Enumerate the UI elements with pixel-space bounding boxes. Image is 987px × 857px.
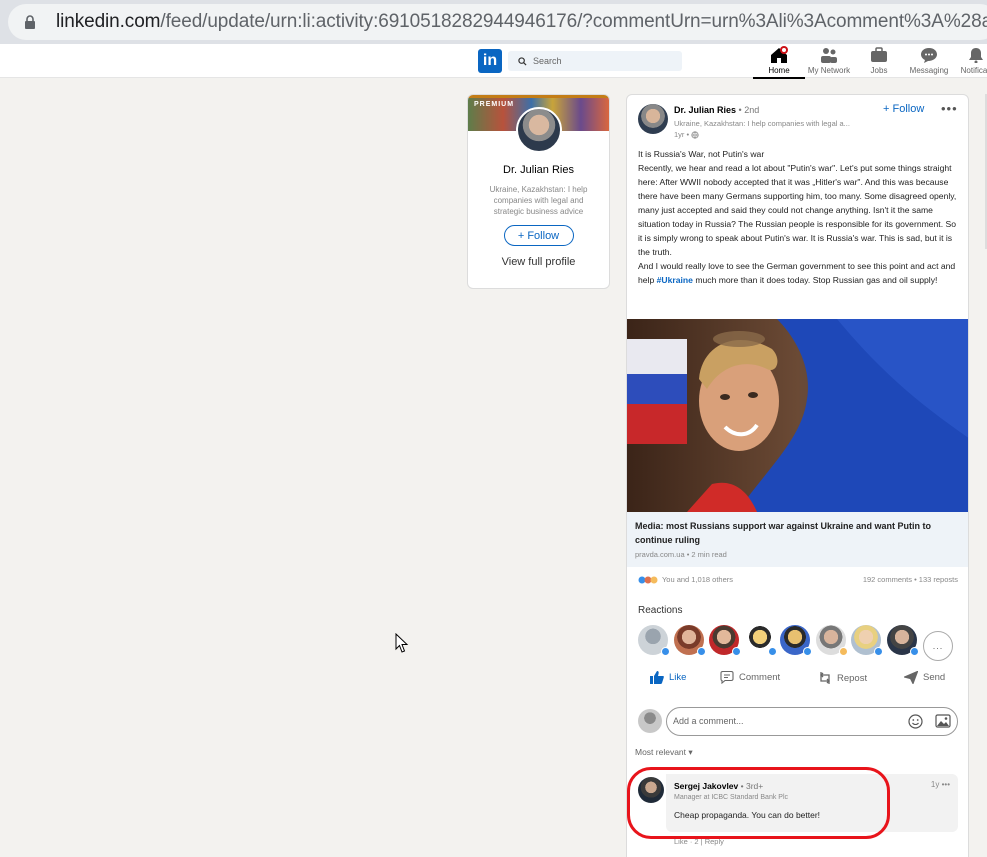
add-comment-placeholder: Add a comment... — [673, 716, 744, 726]
post-more-options-icon[interactable]: ••• — [941, 101, 958, 116]
send-icon — [904, 671, 918, 684]
nav-jobs[interactable]: Jobs — [854, 46, 904, 75]
view-full-profile-link[interactable]: View full profile — [468, 256, 609, 268]
browser-toolbar: linkedin.com/feed/update/urn:li:activity… — [0, 0, 987, 44]
image-icon[interactable] — [935, 714, 951, 728]
post-author-name[interactable]: Dr. Julian Ries • 2nd — [674, 105, 759, 115]
post-timestamp: 1yr • — [674, 130, 699, 139]
feed-post: Dr. Julian Ries • 2nd Ukraine, Kazakhsta… — [626, 94, 969, 857]
home-icon — [769, 46, 789, 64]
nav-my-network-label: My Network — [807, 66, 851, 75]
reactor-avatar[interactable] — [887, 625, 919, 656]
comment-icon — [720, 671, 734, 684]
like-badge-icon — [910, 647, 919, 656]
post-text-paragraph: And I would really love to see the Germa… — [638, 261, 956, 285]
commenter-degree: • 3rd+ — [740, 781, 764, 791]
post-text: It is Russia's War, not Putin's war Rece… — [638, 147, 962, 287]
briefcase-icon — [870, 46, 888, 64]
link-preview-image[interactable] — [627, 319, 968, 512]
profile-follow-button[interactable]: + Follow — [503, 225, 574, 246]
link-source: pravda.com.ua • 2 min read — [635, 550, 727, 559]
add-comment-input[interactable]: Add a comment... — [666, 707, 958, 736]
reactor-avatar[interactable] — [816, 625, 848, 656]
search-input[interactable]: Search — [508, 51, 682, 71]
reactor-avatar[interactable] — [851, 625, 883, 656]
comments-reposts-count[interactable]: 192 comments • 133 reposts — [863, 575, 958, 584]
profile-description: Ukraine, Kazakhstan: I help companies wi… — [489, 185, 588, 216]
nav-notifications[interactable]: Notificati — [951, 46, 987, 75]
like-badge-icon — [697, 647, 706, 656]
sort-comments-dropdown[interactable]: Most relevant ▾ — [635, 747, 693, 758]
linkedin-logo[interactable]: in — [478, 49, 502, 73]
repost-button[interactable]: Repost — [818, 671, 867, 685]
like-badge-icon — [803, 647, 812, 656]
nav-messaging[interactable]: Messaging — [904, 46, 954, 75]
nav-notifications-label: Notificati — [960, 66, 987, 75]
nav-jobs-label: Jobs — [870, 66, 888, 75]
nav-home-label: Home — [768, 66, 790, 75]
search-placeholder: Search — [533, 56, 562, 66]
address-bar[interactable]: linkedin.com/feed/update/urn:li:activity… — [8, 4, 987, 40]
hashtag-link[interactable]: #Ukraine — [657, 275, 693, 285]
post-text-paragraph: Recently, we hear and read a lot about "… — [638, 163, 957, 257]
post-follow-button[interactable]: + Follow — [883, 103, 924, 115]
profile-avatar[interactable] — [516, 107, 562, 153]
reactor-avatar[interactable] — [674, 625, 706, 656]
globe-icon — [691, 131, 699, 139]
premium-badge: PREMIUM — [474, 101, 515, 108]
commenter-name[interactable]: Sergej Jakovlev • 3rd+ — [674, 781, 950, 791]
like-badge-icon — [874, 647, 883, 656]
comment-meta-options[interactable]: 1y ••• — [931, 780, 950, 789]
comment-item: Sergej Jakovlev • 3rd+ Manager at ICBC S… — [666, 774, 958, 832]
current-user-avatar[interactable] — [638, 709, 662, 733]
commenter-avatar[interactable] — [638, 777, 664, 803]
commenter-headline: Manager at ICBC Standard Bank Plc — [674, 794, 789, 801]
mouse-cursor-icon — [395, 633, 409, 653]
top-nav: in Search Home My Network Jobs Messaging… — [0, 44, 987, 79]
profile-name[interactable]: Dr. Julian Ries — [468, 164, 609, 176]
like-badge-icon — [661, 647, 670, 656]
link-preview[interactable]: Media: most Russians support war against… — [627, 512, 968, 567]
link-title[interactable]: Media: most Russians support war against… — [635, 519, 962, 547]
author-profile-card: PREMIUM Dr. Julian Ries Ukraine, Kazakhs… — [467, 94, 610, 289]
reactor-avatar[interactable] — [638, 625, 670, 656]
comment-actions[interactable]: Like · 2 | Reply — [674, 837, 724, 846]
reactor-avatar[interactable] — [745, 625, 777, 656]
nav-my-network[interactable]: My Network — [804, 46, 854, 75]
reactor-avatar[interactable] — [780, 625, 812, 656]
reactions-heading: Reactions — [638, 605, 683, 616]
thumbs-up-icon — [650, 671, 664, 684]
url-text: linkedin.com/feed/update/urn:li:activity… — [56, 11, 987, 32]
nav-messaging-label: Messaging — [909, 66, 949, 75]
emoji-icon[interactable] — [908, 714, 923, 729]
post-author-headline: Ukraine, Kazakhstan: I help companies wi… — [674, 119, 850, 128]
celebrate-badge-icon — [839, 647, 848, 656]
nav-home[interactable]: Home — [753, 46, 805, 79]
send-button[interactable]: Send — [904, 671, 945, 684]
reactions-count[interactable]: You and 1,018 others — [662, 575, 733, 584]
like-badge-icon — [732, 647, 741, 656]
reaction-icons — [638, 576, 658, 584]
comment-text: Cheap propaganda. You can do better! — [674, 810, 821, 820]
social-counts: You and 1,018 others 192 comments • 133 … — [638, 575, 958, 587]
post-author-avatar[interactable] — [638, 104, 668, 134]
people-icon — [820, 46, 838, 64]
post-actions: Like Comment Repost Send — [638, 671, 958, 695]
repost-icon — [820, 672, 830, 684]
post-text-line: It is Russia's War, not Putin's war — [638, 149, 765, 159]
comment-button[interactable]: Comment — [720, 671, 780, 684]
lock-icon — [25, 15, 35, 29]
reactor-avatar[interactable] — [709, 625, 741, 656]
bell-icon — [968, 46, 984, 64]
more-reactors-button[interactable]: ... — [923, 631, 953, 661]
search-icon — [518, 56, 527, 66]
like-button[interactable]: Like — [650, 671, 686, 684]
like-badge-icon — [768, 647, 777, 656]
chat-icon — [920, 46, 938, 64]
connection-degree: • 2nd — [738, 105, 760, 115]
